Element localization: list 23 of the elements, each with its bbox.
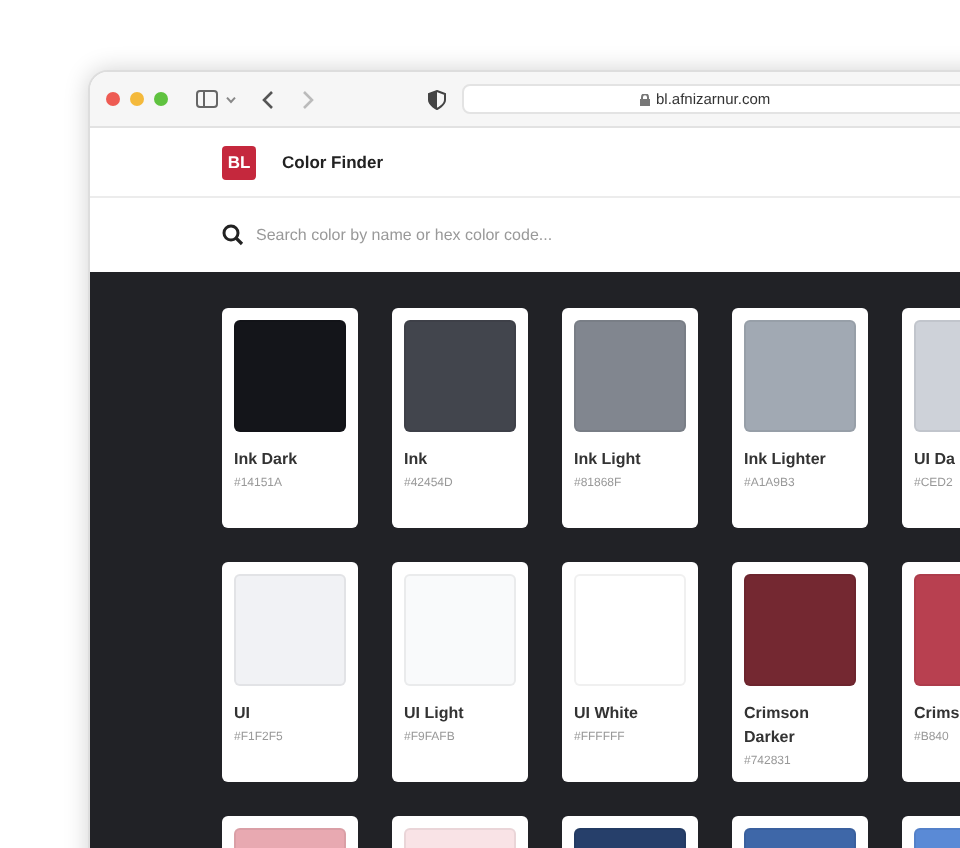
caret-icon[interactable] [226, 95, 236, 103]
logo[interactable]: BL [222, 145, 256, 179]
shield-icon[interactable] [428, 89, 446, 109]
color-name: UI White [574, 702, 640, 726]
search-icon [222, 224, 244, 246]
sidebar-icon[interactable] [196, 90, 218, 108]
color-name: UI Da [914, 448, 957, 472]
color-name: UI [234, 702, 252, 726]
forward-icon[interactable] [300, 89, 316, 109]
lock-icon [640, 93, 650, 105]
search-field[interactable]: Search color by name or hex color code... [256, 226, 736, 244]
minimize-button[interactable] [130, 92, 144, 106]
color-name: Ink Lighter [744, 448, 828, 472]
color-name: Crims [914, 702, 960, 726]
close-button[interactable] [106, 92, 120, 106]
app-title: Color Finder [282, 152, 384, 172]
color-name: Ink Light [574, 448, 643, 472]
zoom-button[interactable] [154, 92, 168, 106]
color-name: Ink Dark [234, 448, 300, 472]
back-icon[interactable] [260, 89, 276, 109]
color-name: UI Light [404, 702, 466, 726]
color-name: Crimson Darker [744, 702, 811, 750]
color-name: Ink [404, 448, 430, 472]
